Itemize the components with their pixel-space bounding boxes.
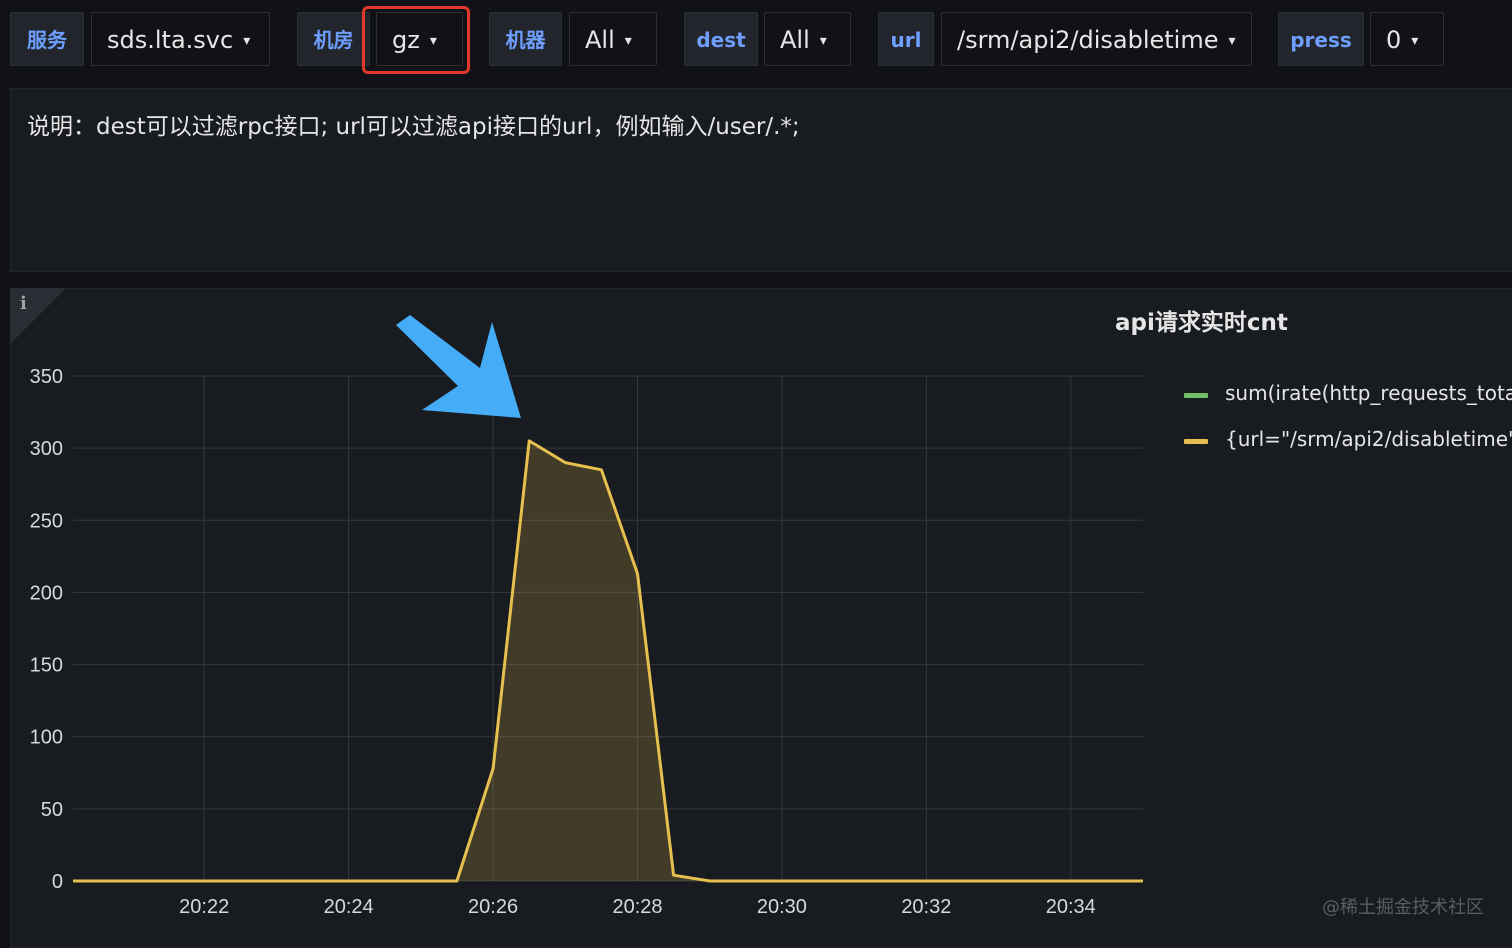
y-axis-ticks: 0 50 100 150 200 250 300 350 (30, 366, 63, 893)
y-tick-label: 100 (30, 727, 63, 749)
series-area (73, 441, 1143, 881)
y-tick-label: 250 (30, 510, 63, 532)
x-tick-label: 20:22 (179, 896, 229, 918)
x-tick-label: 20:28 (612, 896, 662, 918)
x-tick-label: 20:32 (901, 896, 951, 918)
y-tick-label: 150 (30, 655, 63, 677)
x-tick-label: 20:26 (468, 896, 518, 918)
annotation-arrow (396, 315, 521, 418)
y-tick-label: 50 (41, 799, 63, 821)
watermark: @稀土掘金技术社区 (1322, 893, 1484, 919)
x-tick-label: 20:30 (757, 896, 807, 918)
legend-swatch-2 (1184, 439, 1208, 444)
legend-label-2: {url="/srm/api2/disabletime"} (1225, 424, 1512, 454)
y-tick-label: 300 (30, 438, 63, 460)
x-axis-ticks: 20:22 20:24 20:26 20:28 20:30 20:32 20:34 (179, 896, 1096, 918)
y-tick-label: 350 (30, 366, 63, 388)
legend-swatch-1 (1184, 393, 1208, 398)
chart-canvas: 050100150200250300350 20:2220:2420:2620:… (0, 0, 1512, 941)
x-tick-label: 20:34 (1046, 896, 1096, 918)
y-tick-label: 200 (30, 582, 63, 604)
legend-label-1: sum(irate(http_requests_total{ (1225, 378, 1512, 408)
chart-legend: sum(irate(http_requests_total{ {url="/sr… (1182, 378, 1512, 464)
x-tick-label: 20:24 (324, 896, 374, 918)
y-tick-label: 0 (52, 871, 63, 893)
